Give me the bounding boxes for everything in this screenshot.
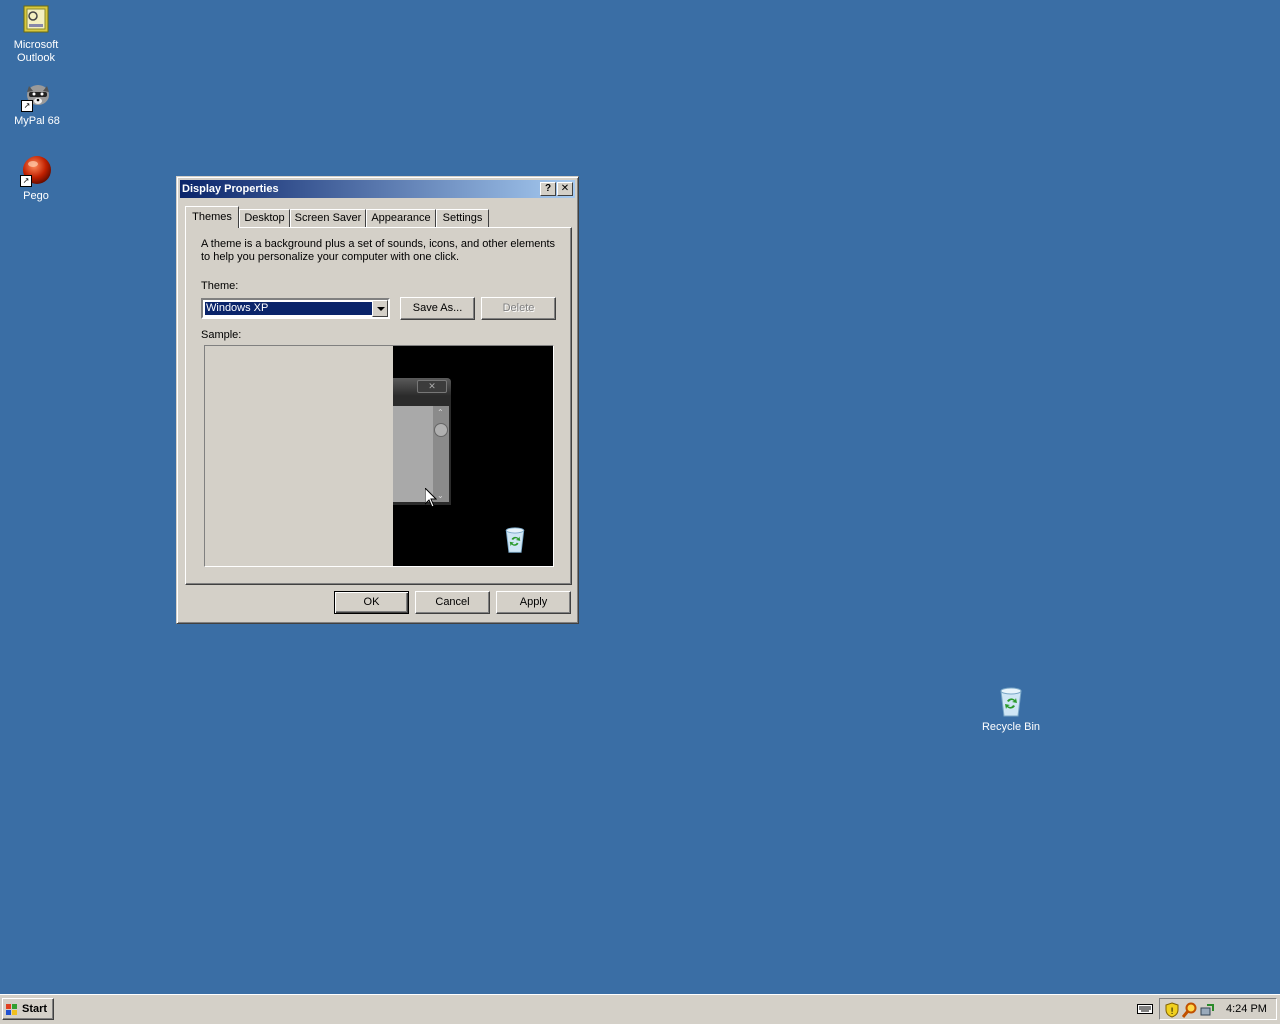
security-shield-icon[interactable]: !: [1164, 1002, 1180, 1018]
close-button[interactable]: ✕: [557, 182, 573, 196]
desktop-icon-label: Outlook: [17, 52, 55, 64]
scroll-up-icon: ⌃: [437, 408, 444, 417]
close-icon: ✕: [560, 183, 570, 194]
themes-panel: A theme is a background plus a set of so…: [185, 227, 572, 585]
cancel-button[interactable]: Cancel: [415, 591, 490, 614]
pego-ball-icon: ↗: [20, 155, 52, 187]
theme-sample-preview: ✕ ⌃ ⌄: [204, 345, 554, 567]
tab-themes[interactable]: Themes: [185, 206, 239, 228]
tab-label: Appearance: [371, 212, 431, 224]
outlook-icon: [20, 4, 52, 36]
desktop-icon-outlook[interactable]: Microsoft Outlook: [0, 4, 72, 65]
display-properties-window: Display Properties ? ✕ Themes Desktop Sc…: [176, 176, 579, 624]
window-title: Display Properties: [182, 183, 279, 195]
start-button[interactable]: Start: [2, 998, 54, 1020]
mouse-cursor-icon: [424, 486, 438, 511]
search-magnifier-icon[interactable]: [1181, 1002, 1198, 1018]
desktop-icon-mypal[interactable]: ↗ MyPal 68: [1, 80, 73, 128]
sample-recycle-bin-icon: [501, 526, 529, 554]
theme-label: Theme:: [201, 280, 239, 292]
keyboard-icon[interactable]: [1137, 1002, 1153, 1014]
theme-dropdown[interactable]: Windows XP: [201, 298, 390, 319]
sample-window: ✕ ⌃ ⌄: [393, 378, 451, 505]
help-icon: ?: [544, 183, 552, 194]
sample-scroll-thumb: [434, 423, 448, 437]
desktop-icon-label: Pego: [23, 190, 49, 202]
sample-desktop-area: ✕ ⌃ ⌄: [393, 346, 553, 566]
desktop-icon-recycle-bin[interactable]: Recycle Bin: [975, 686, 1047, 734]
scroll-down-icon: ⌄: [437, 491, 444, 500]
tab-settings[interactable]: Settings: [436, 209, 489, 227]
desktop-icon-label: Microsoft: [13, 39, 59, 51]
shortcut-arrow-icon: ↗: [20, 175, 32, 187]
sample-close-icon: ✕: [417, 380, 447, 393]
tab-label: Desktop: [244, 212, 285, 224]
windows-logo-icon: [6, 1003, 18, 1015]
tab-screen-saver[interactable]: Screen Saver: [290, 209, 366, 227]
save-as-button[interactable]: Save As...: [400, 297, 475, 320]
start-label: Start: [22, 1003, 48, 1015]
title-bar[interactable]: Display Properties ? ✕: [180, 180, 575, 198]
tab-label: Screen Saver: [294, 212, 362, 224]
chevron-down-icon[interactable]: [372, 300, 388, 317]
delete-button[interactable]: Delete: [481, 297, 556, 320]
clock[interactable]: 4:24 PM: [1226, 999, 1267, 1019]
theme-dropdown-value: Windows XP: [204, 301, 376, 316]
desktop-icon-label: MyPal 68: [14, 115, 60, 127]
network-icon[interactable]: [1200, 1002, 1216, 1018]
svg-text:!: !: [1170, 1007, 1174, 1017]
tab-label: Settings: [442, 212, 483, 224]
tab-desktop[interactable]: Desktop: [239, 209, 290, 227]
ok-button[interactable]: OK: [334, 591, 409, 614]
system-tray: ! 4:24 PM: [1159, 998, 1277, 1020]
shortcut-arrow-icon: ↗: [21, 100, 33, 112]
help-button[interactable]: ?: [540, 182, 556, 196]
recycle-bin-icon: [995, 686, 1027, 718]
mypal-raccoon-icon: ↗: [21, 80, 53, 112]
theme-description: A theme is a background plus a set of so…: [201, 238, 556, 263]
apply-button[interactable]: Apply: [496, 591, 571, 614]
sample-label: Sample:: [201, 329, 242, 341]
tab-label: Themes: [192, 211, 232, 223]
desktop-icon-label: Recycle Bin: [981, 721, 1041, 733]
desktop-icon-pego[interactable]: ↗ Pego: [0, 155, 72, 203]
taskbar: Start ! 4:24 PM: [0, 994, 1280, 1024]
tab-appearance[interactable]: Appearance: [366, 209, 436, 227]
